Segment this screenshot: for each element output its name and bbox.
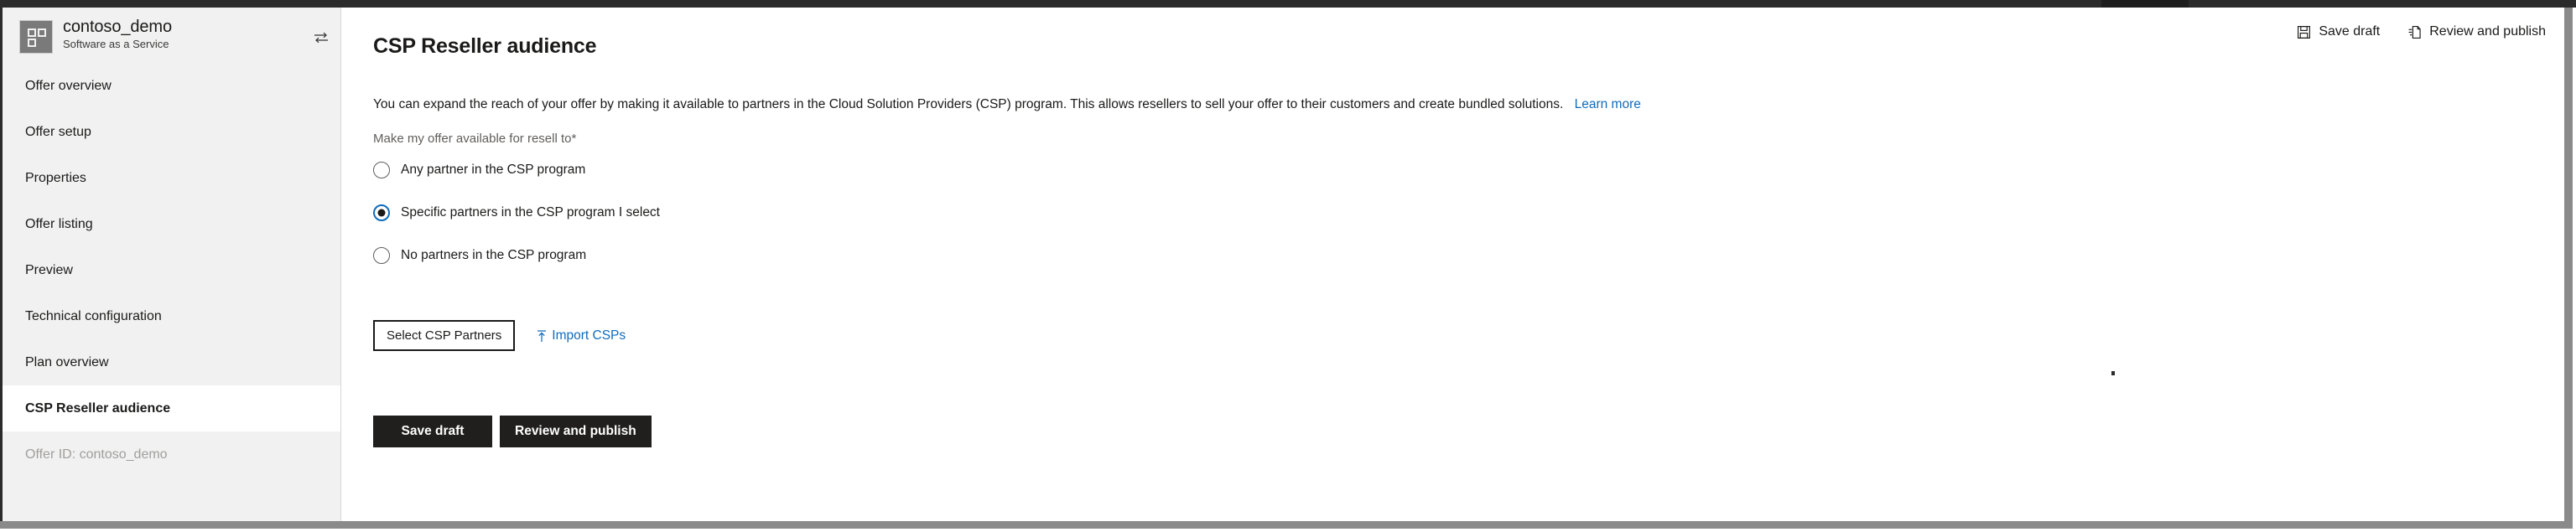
sidebar-item-label: Properties (25, 170, 86, 185)
description-paragraph: You can expand the reach of your offer b… (373, 97, 1641, 112)
header-save-draft-button[interactable]: Save draft (2297, 24, 2380, 39)
sidebar-offer-id: Offer ID: contoso_demo (3, 431, 340, 478)
horizontal-scrollbar[interactable] (0, 521, 2573, 529)
offer-identity: contoso_demo Software as a Service (63, 18, 172, 50)
vertical-scrollbar[interactable] (2564, 8, 2573, 527)
offer-subtitle: Software as a Service (63, 38, 169, 50)
header-action-bar: Save draft Review and publish (2297, 24, 2546, 39)
radio-button-icon (373, 162, 390, 178)
csp-partner-actions: Select CSP Partners Import CSPs (373, 320, 626, 351)
radio-label: No partners in the CSP program (401, 248, 587, 262)
app-tile-icon-square-1 (28, 28, 36, 37)
review-and-publish-button[interactable]: Review and publish (500, 416, 652, 447)
import-csps-link[interactable]: Import CSPs (536, 328, 626, 343)
select-csp-partners-button[interactable]: Select CSP Partners (373, 320, 516, 351)
sidebar-item-label: Offer setup (25, 124, 91, 139)
publish-document-icon (2407, 25, 2422, 39)
radio-no-partners[interactable]: No partners in the CSP program (373, 242, 660, 269)
app-tile-icon (19, 20, 53, 54)
radio-any-partner[interactable]: Any partner in the CSP program (373, 157, 660, 183)
sidebar-item-offer-listing[interactable]: Offer listing (3, 201, 340, 247)
sidebar-item-plan-overview[interactable]: Plan overview (3, 339, 340, 385)
resell-audience-radio-group: Any partner in the CSP program Specific … (373, 157, 660, 269)
radio-button-selected-icon (373, 204, 390, 221)
footer-action-bar: Save draft Review and publish (373, 416, 652, 447)
sidebar-item-label: Technical configuration (25, 308, 162, 323)
sidebar-nav-list: Offer overview Offer setup Properties Of… (3, 63, 340, 478)
description-text: You can expand the reach of your offer b… (373, 96, 1564, 111)
sidebar-item-label: Offer overview (25, 78, 112, 93)
top-bar-active-segment (2101, 0, 2189, 8)
window-top-bar (0, 0, 2576, 8)
swap-offers-icon[interactable] (313, 31, 330, 44)
sidebar-offer-id-label: Offer ID: contoso_demo (25, 447, 168, 462)
radio-button-icon (373, 247, 390, 264)
learn-more-link[interactable]: Learn more (1575, 97, 1641, 111)
radio-specific-partners[interactable]: Specific partners in the CSP program I s… (373, 199, 660, 226)
sidebar-item-offer-setup[interactable]: Offer setup (3, 109, 340, 155)
radio-label: Any partner in the CSP program (401, 163, 586, 177)
header-save-draft-label: Save draft (2319, 24, 2381, 39)
app-tile-icon-square-3 (28, 39, 36, 47)
upload-icon (536, 329, 548, 343)
mouse-cursor-artifact (2111, 371, 2115, 375)
save-draft-button[interactable]: Save draft (373, 416, 492, 447)
main-content: CSP Reseller audience Save draft Review … (342, 8, 2564, 521)
save-icon (2297, 25, 2311, 39)
offer-title: contoso_demo (63, 18, 173, 36)
sidebar-item-label: Plan overview (25, 354, 109, 369)
radio-label: Specific partners in the CSP program I s… (401, 205, 660, 220)
header-review-publish-button[interactable]: Review and publish (2407, 24, 2546, 39)
sidebar-item-label: Offer listing (25, 216, 93, 231)
sidebar-item-csp-reseller-audience[interactable]: CSP Reseller audience (3, 385, 340, 431)
resell-audience-field-label: Make my offer available for resell to* (373, 132, 577, 146)
sidebar-item-offer-overview[interactable]: Offer overview (3, 63, 340, 109)
import-csps-label: Import CSPs (552, 328, 626, 343)
sidebar-item-label: Preview (25, 262, 73, 277)
page-shell: contoso_demo Software as a Service Offer… (0, 8, 2576, 532)
offer-header: contoso_demo Software as a Service (3, 8, 340, 59)
app-tile-icon-square-2 (38, 28, 46, 37)
content-header: CSP Reseller audience Save draft Review … (342, 8, 2564, 58)
sidebar-item-preview[interactable]: Preview (3, 247, 340, 293)
sidebar-item-properties[interactable]: Properties (3, 155, 340, 201)
offer-sidebar: contoso_demo Software as a Service Offer… (0, 8, 341, 521)
sidebar-item-label: CSP Reseller audience (25, 400, 171, 416)
header-review-publish-label: Review and publish (2429, 24, 2546, 39)
sidebar-item-technical-configuration[interactable]: Technical configuration (3, 293, 340, 339)
page-title: CSP Reseller audience (373, 34, 597, 58)
